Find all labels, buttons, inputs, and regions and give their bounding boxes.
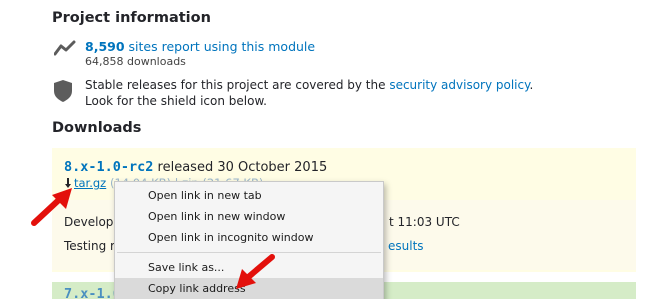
- usage-stats-link[interactable]: 8,590 sites report using this module: [85, 39, 315, 54]
- usage-count[interactable]: 8,590: [85, 39, 125, 54]
- shield-icon: [54, 80, 72, 102]
- release-date: released 30 October 2015: [153, 160, 328, 175]
- testing-results-link[interactable]: esults: [388, 239, 424, 253]
- downloads-heading: Downloads: [52, 120, 142, 136]
- red-annotation-arrow-icon: [31, 188, 72, 226]
- development-time: t 11:03 UTC: [389, 215, 460, 229]
- tar-gz-download-link[interactable]: tar.gz: [74, 176, 106, 190]
- security-text-suffix: .: [529, 78, 534, 92]
- menu-open-new-tab[interactable]: Open link in new tab: [115, 185, 383, 206]
- security-advisory-link[interactable]: security advisory policy: [389, 78, 529, 92]
- download-count: 64,858 downloads: [85, 55, 186, 68]
- usage-text[interactable]: sites report using this module: [125, 39, 316, 54]
- release-title: 8.x-1.0-rc2 released 30 October 2015: [64, 159, 327, 175]
- next-release-version[interactable]: 7.x-1.6: [64, 286, 121, 299]
- project-information-heading: Project information: [52, 10, 211, 26]
- security-coverage-text: Stable releases for this project are cov…: [85, 78, 625, 109]
- red-annotation-arrow-icon: [236, 254, 275, 289]
- usage-chart-icon: [54, 40, 76, 56]
- shield-note: Look for the shield icon below.: [85, 93, 267, 108]
- menu-open-new-window[interactable]: Open link in new window: [115, 206, 383, 227]
- project-page: Project information 8,590 sites report u…: [0, 0, 650, 299]
- security-text-prefix: Stable releases for this project are cov…: [85, 78, 390, 92]
- release-version-link[interactable]: 8.x-1.0-rc2: [64, 159, 153, 175]
- menu-open-incognito[interactable]: Open link in incognito window: [115, 227, 383, 248]
- testing-label: Testing r: [64, 239, 115, 253]
